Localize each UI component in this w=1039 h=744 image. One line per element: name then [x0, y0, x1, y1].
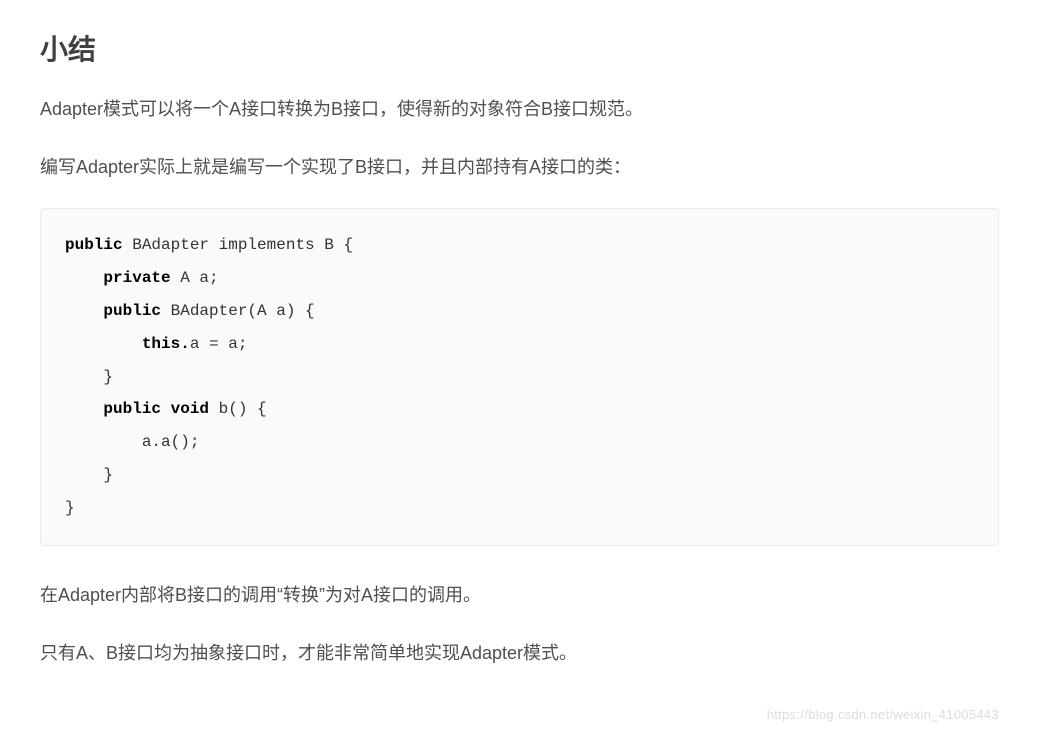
code-text: } [65, 368, 113, 386]
code-text: a.a(); [65, 433, 199, 451]
code-text: A a; [171, 269, 219, 287]
code-text: BAdapter implements B { [123, 236, 353, 254]
code-text: BAdapter(A a) { [161, 302, 315, 320]
code-keyword: this. [142, 335, 190, 353]
code-keyword: public [65, 236, 123, 254]
code-keyword: public [103, 302, 161, 320]
paragraph-intro-2: 编写Adapter实际上就是编写一个实现了B接口，并且内部持有A接口的类： [40, 150, 999, 184]
code-text: b() { [209, 400, 267, 418]
section-heading: 小结 [40, 28, 999, 68]
code-text: a = a; [190, 335, 248, 353]
code-block: public BAdapter implements B { private A… [40, 208, 999, 545]
watermark-text: https://blog.csdn.net/weixin_41005443 [767, 707, 999, 722]
code-keyword: public void [103, 400, 209, 418]
paragraph-explain-1: 在Adapter内部将B接口的调用“转换”为对A接口的调用。 [40, 578, 999, 612]
code-keyword: private [103, 269, 170, 287]
code-text: } [65, 499, 75, 517]
paragraph-intro-1: Adapter模式可以将一个A接口转换为B接口，使得新的对象符合B接口规范。 [40, 92, 999, 126]
paragraph-explain-2: 只有A、B接口均为抽象接口时，才能非常简单地实现Adapter模式。 [40, 636, 999, 670]
code-text: } [65, 466, 113, 484]
